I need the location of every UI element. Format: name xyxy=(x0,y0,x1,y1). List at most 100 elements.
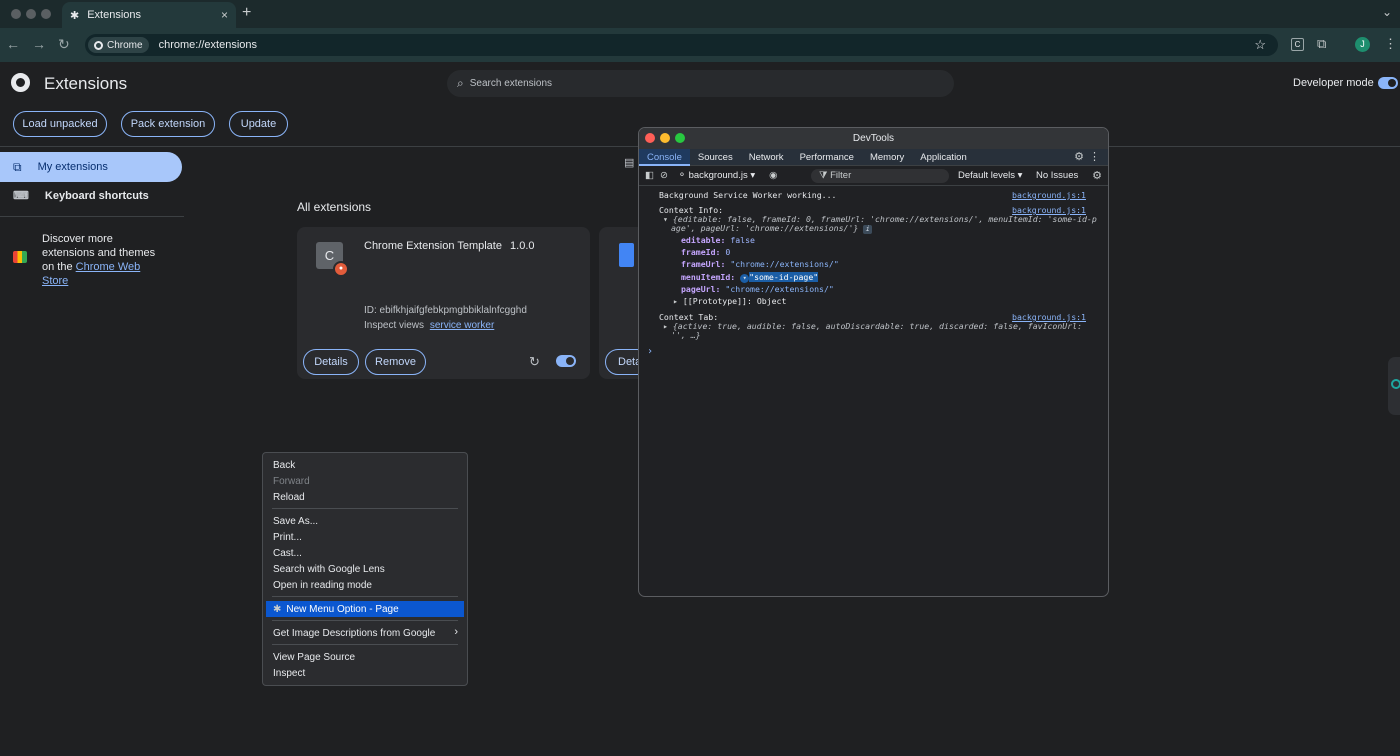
google-docs-icon xyxy=(619,243,634,267)
sidebar-toggle-icon[interactable]: ◧ xyxy=(645,170,654,181)
menu-item-print[interactable]: Print... xyxy=(263,529,467,545)
live-expression-eye-icon[interactable]: ◉ xyxy=(769,170,777,181)
chrome-icon xyxy=(94,40,103,50)
menu-item-view-source[interactable]: View Page Source xyxy=(263,649,467,665)
extension-enable-toggle[interactable] xyxy=(556,355,576,367)
devtools-zoom-button[interactable] xyxy=(675,133,685,143)
sidebar-divider xyxy=(0,216,184,217)
filter-placeholder: Filter xyxy=(830,170,852,181)
tab-performance[interactable]: Performance xyxy=(792,149,862,166)
site-info-chip[interactable]: Chrome xyxy=(88,37,149,53)
tab-application[interactable]: Application xyxy=(912,149,974,166)
object-property: pageUrl: "chrome://extensions/" xyxy=(681,284,834,294)
load-unpacked-button[interactable]: Load unpacked xyxy=(13,111,107,137)
object-summary-cont: '', …} xyxy=(671,330,701,340)
menu-item-google-lens[interactable]: Search with Google Lens xyxy=(263,561,467,577)
prop-value: "chrome://extensions/" xyxy=(730,259,839,269)
prop-key: frameId xyxy=(681,247,716,257)
context-selector[interactable]: ⚬ background.js ▾ xyxy=(678,170,755,181)
console-settings-icon[interactable]: ⚙ xyxy=(1092,169,1102,182)
prop-value: false xyxy=(730,235,755,245)
url-text[interactable]: chrome://extensions xyxy=(159,39,257,51)
sidebar-item-keyboard-shortcuts[interactable]: ⌨ Keyboard shortcuts xyxy=(13,189,149,203)
service-worker-link[interactable]: service worker xyxy=(430,320,494,331)
devtools-close-button[interactable] xyxy=(645,133,655,143)
pack-extension-button[interactable]: Pack extension xyxy=(121,111,215,137)
prop-key: editable xyxy=(681,235,721,245)
tab-sources[interactable]: Sources xyxy=(690,149,741,166)
menu-item-reading-mode[interactable]: Open in reading mode xyxy=(263,577,467,593)
tab-memory[interactable]: Memory xyxy=(862,149,912,166)
address-bar[interactable]: Chrome chrome://extensions ☆ xyxy=(85,34,1278,56)
menu-item-new-menu-option[interactable]: ✱ New Menu Option - Page xyxy=(266,601,464,617)
extensions-menu-icon[interactable]: ⧉ xyxy=(1317,36,1326,52)
object-property: editable: false xyxy=(681,235,755,245)
tab-close-icon[interactable]: × xyxy=(221,8,228,22)
log-levels-dropdown[interactable]: Default levels ▾ xyxy=(958,170,1022,181)
object-summary[interactable]: ▸ {active: true, audible: false, autoDis… xyxy=(663,321,1082,331)
tab-console[interactable]: Console xyxy=(639,148,690,166)
menu-item-cast[interactable]: Cast... xyxy=(263,545,467,561)
menu-separator xyxy=(272,508,458,509)
issues-counter[interactable]: No Issues xyxy=(1036,170,1078,181)
tab-search-icon[interactable]: ⌄ xyxy=(1382,5,1392,19)
menu-item-back[interactable]: Back xyxy=(263,457,467,473)
object-property: frameUrl: "chrome://extensions/" xyxy=(681,259,839,269)
window-close-button[interactable] xyxy=(11,9,21,19)
menu-item-save-as[interactable]: Save As... xyxy=(263,513,467,529)
forward-icon[interactable]: → xyxy=(32,36,46,52)
chip-label: Chrome xyxy=(107,39,143,51)
developer-mode-toggle[interactable] xyxy=(1378,77,1398,89)
list-view-icon[interactable]: ▤ xyxy=(624,156,634,169)
prop-key: menuItemId xyxy=(681,272,731,282)
back-icon[interactable]: ← xyxy=(6,36,20,52)
tab-title: Extensions xyxy=(87,9,142,21)
discover-text: Discover more extensions and themes on t… xyxy=(42,232,162,288)
window-minimize-button[interactable] xyxy=(26,9,36,19)
browser-tab-extensions[interactable]: ✱ Extensions × xyxy=(62,2,236,28)
reveal-icon[interactable]: ▾ xyxy=(740,274,750,283)
keyboard-icon: ⌨ xyxy=(13,190,29,202)
new-tab-button[interactable]: + xyxy=(242,4,251,22)
prototype-label: [[Prototype]]: Object xyxy=(682,296,787,306)
menu-item-inspect[interactable]: Inspect xyxy=(263,665,467,681)
tab-network[interactable]: Network xyxy=(741,149,792,166)
levels-label: Default levels xyxy=(958,170,1016,181)
chrome-logo-icon xyxy=(11,73,30,92)
devtools-title: DevTools xyxy=(852,133,895,144)
menu-item-reload[interactable]: Reload xyxy=(263,489,467,505)
reload-extension-icon[interactable]: ↻ xyxy=(529,354,540,370)
menu-separator xyxy=(272,644,458,645)
bookmark-star-icon[interactable]: ☆ xyxy=(1254,37,1266,53)
tab-summary-line-1: {active: true, audible: false, autoDisca… xyxy=(672,321,1083,331)
menu-item-forward: Forward xyxy=(273,475,310,487)
reload-icon[interactable]: ↻ xyxy=(58,36,70,53)
update-button[interactable]: Update xyxy=(229,111,288,137)
search-input[interactable]: ⌕ Search extensions xyxy=(447,70,954,97)
clear-console-icon[interactable]: ⊘ xyxy=(660,170,668,181)
details-button[interactable]: Details xyxy=(303,349,359,375)
console-filter-input[interactable]: ⧩ Filter xyxy=(811,169,949,183)
devtools-minimize-button[interactable] xyxy=(660,133,670,143)
extension-name: Chrome Extension Template 1.0.0 xyxy=(364,240,535,252)
menu-item-image-descriptions[interactable]: Get Image Descriptions from Google › xyxy=(263,625,467,641)
console-prompt[interactable]: › xyxy=(647,346,653,357)
extension-c-icon[interactable]: C xyxy=(1291,38,1304,51)
browser-menu-icon[interactable]: ⋮ xyxy=(1384,36,1397,52)
profile-avatar[interactable]: J xyxy=(1355,37,1370,52)
prop-value: "some-id-page" xyxy=(749,272,819,282)
remove-button[interactable]: Remove xyxy=(365,349,426,375)
console-toolbar: ◧ ⊘ ⚬ background.js ▾ ◉ ⧩ Filter Default… xyxy=(639,166,1108,186)
inspect-label: Inspect views xyxy=(364,320,425,331)
sidebar-item-label: Keyboard shortcuts xyxy=(44,189,149,202)
sidebar-item-my-extensions[interactable]: ⧉ My extensions xyxy=(0,152,182,182)
more-options-icon[interactable]: ⋮ xyxy=(1089,150,1100,163)
menu-item-label: New Menu Option - Page xyxy=(286,603,399,615)
puzzle-icon: ✱ xyxy=(70,9,80,22)
devtools-titlebar: DevTools xyxy=(639,128,1108,149)
window-zoom-button[interactable] xyxy=(41,9,51,19)
settings-gear-icon[interactable]: ⚙ xyxy=(1074,150,1084,163)
prototype-row[interactable]: ▸ [[Prototype]]: Object xyxy=(673,296,786,306)
source-link[interactable]: background.js:1 xyxy=(1012,190,1086,200)
side-panel-tab[interactable] xyxy=(1388,357,1400,415)
